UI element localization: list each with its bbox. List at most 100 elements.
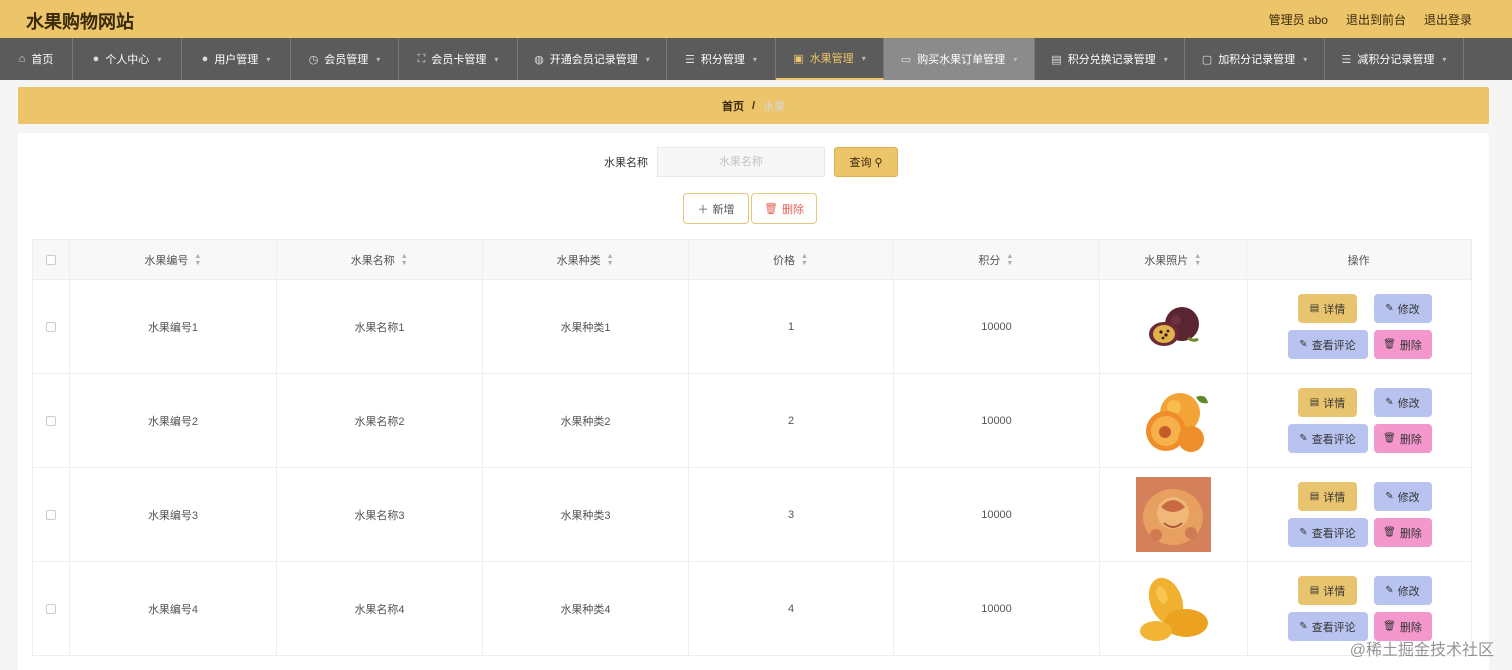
detail-button[interactable]: ▤ 详情	[1298, 294, 1357, 323]
nav-item-points[interactable]: ☰ 积分管理 ▾	[667, 38, 776, 80]
card-icon: ⛶	[417, 52, 426, 65]
column-header-points[interactable]: 积分 ▲ ▼	[893, 240, 1100, 279]
list-icon: ☰	[1341, 53, 1352, 66]
trash-icon: 🗑	[764, 203, 778, 215]
trash-icon: 🗑	[1383, 527, 1396, 538]
search-input[interactable]	[657, 147, 825, 177]
top-header: 水果购物网站 管理员 abo 退出到前台 退出登录	[0, 0, 1512, 38]
fruit-code-cell: 水果编号2	[70, 374, 277, 467]
fruit-kind-cell: 水果种类4	[483, 562, 689, 655]
breadcrumb-current: 水果	[763, 100, 786, 113]
pencil-icon: ✎	[1385, 397, 1394, 408]
view-reviews-button[interactable]: ✎ 查看评论	[1287, 424, 1368, 453]
site-title: 水果购物网站	[26, 12, 134, 32]
plus-icon: ＋	[697, 203, 709, 216]
image-icon: ▤	[1051, 53, 1062, 66]
chevron-down-icon: ▾	[494, 54, 499, 64]
cart-icon: ▭	[900, 53, 912, 66]
view-reviews-button[interactable]: ✎ 查看评论	[1287, 518, 1368, 547]
price-cell: 2	[689, 374, 894, 467]
chevron-down-icon: ▾	[266, 54, 271, 64]
document-icon: ▤	[1309, 303, 1320, 314]
detail-button[interactable]: ▤ 详情	[1298, 482, 1357, 511]
column-header-photo[interactable]: 水果照片 ▲ ▼	[1099, 240, 1248, 279]
detail-button[interactable]: ▤ 详情	[1298, 388, 1357, 417]
pencil-icon: ✎	[1385, 303, 1394, 314]
column-header-kind[interactable]: 水果种类 ▲ ▼	[483, 240, 689, 279]
nav-item-reduce-points[interactable]: ☰ 减积分记录管理 ▾	[1325, 38, 1464, 80]
photo-cell	[1100, 562, 1248, 655]
user-icon: ●	[201, 53, 209, 65]
pencil-icon: ✎	[1299, 527, 1308, 538]
nav-item-add-points[interactable]: ▢ 加积分记录管理 ▾	[1185, 38, 1325, 80]
row-checkbox[interactable]	[46, 509, 56, 520]
row-checkbox[interactable]	[46, 603, 56, 614]
chevron-down-icon: ▾	[645, 54, 650, 64]
column-header-code[interactable]: 水果编号 ▲ ▼	[70, 240, 277, 279]
column-header-name[interactable]: 水果名称 ▲ ▼	[277, 240, 483, 279]
row-actions: ▤ 详情 ✎ 修改 ✎ 查看评论 🗑 删除	[1287, 576, 1432, 641]
row-checkbox[interactable]	[46, 321, 56, 332]
trash-icon: 🗑	[1383, 433, 1396, 444]
price-cell: 1	[689, 280, 894, 373]
nav-item-personal[interactable]: ● 个人中心 ▾	[73, 38, 182, 80]
fruit-kind-cell: 水果种类1	[483, 280, 689, 373]
table-header: 水果编号 ▲ ▼ 水果名称 ▲ ▼ 水果种类 ▲ ▼ 价格 ▲ ▼ 积分 ▲ ▼ 水果照片 ▲ ▼ 操作	[32, 239, 1472, 280]
edit-button[interactable]: ✎ 修改	[1373, 576, 1432, 605]
chevron-down-icon: ▾	[1013, 54, 1018, 64]
edit-button[interactable]: ✎ 修改	[1373, 482, 1432, 511]
carved-melon-image[interactable]	[1136, 477, 1211, 552]
nav-item-membership-records[interactable]: ◍ 开通会员记录管理 ▾	[518, 38, 667, 80]
passion-fruit-image[interactable]	[1136, 289, 1211, 364]
table-row: 水果编号3 水果名称3 水果种类3 3 10000 ▤ 详情 ✎ 修改 ✎ 查看…	[32, 468, 1472, 562]
watermark-text: @稀土掘金技术社区	[1349, 642, 1494, 659]
nav-item-home[interactable]: ⌂ 首页	[0, 38, 73, 80]
exit-to-front-link[interactable]: 退出到前台	[1346, 11, 1406, 28]
column-header-price[interactable]: 价格 ▲ ▼	[689, 240, 894, 279]
fruit-kind-cell: 水果种类3	[483, 468, 689, 561]
delete-button[interactable]: 🗑 删除	[1373, 330, 1432, 359]
row-actions-cell: ▤ 详情 ✎ 修改 ✎ 查看评论 🗑 删除	[1248, 468, 1472, 561]
edit-button[interactable]: ✎ 修改	[1373, 294, 1432, 323]
pencil-icon: ✎	[1385, 585, 1394, 596]
select-all-checkbox[interactable]	[45, 254, 56, 265]
logout-link[interactable]: 退出登录	[1424, 11, 1472, 28]
edit-button[interactable]: ✎ 修改	[1373, 388, 1432, 417]
home-icon: ⌂	[18, 53, 26, 65]
view-reviews-button[interactable]: ✎ 查看评论	[1287, 330, 1368, 359]
nav-item-points-exchange[interactable]: ▤ 积分兑换记录管理 ▾	[1035, 38, 1185, 80]
search-button[interactable]: 查询 ⚲	[834, 147, 898, 177]
main-nav: ⌂ 首页 ● 个人中心 ▾ ● 用户管理 ▾ ◷ 会员管理 ▾ ⛶ 会员卡管理 ▾ ◍ 开通会员记录…	[0, 38, 1512, 80]
chevron-down-icon: ▾	[752, 54, 757, 64]
pencil-icon: ✎	[1299, 433, 1308, 444]
chevron-down-icon: ▾	[1442, 54, 1447, 64]
fruit-code-cell: 水果编号1	[70, 280, 277, 373]
row-actions: ▤ 详情 ✎ 修改 ✎ 查看评论 🗑 删除	[1287, 388, 1432, 453]
bulk-delete-button[interactable]: 🗑 删除	[751, 193, 817, 224]
mango-image[interactable]	[1136, 571, 1211, 646]
breadcrumb-home[interactable]: 首页	[722, 98, 744, 114]
detail-button[interactable]: ▤ 详情	[1298, 576, 1357, 605]
nav-item-members[interactable]: ◷ 会员管理 ▾	[291, 38, 399, 80]
select-all-cell	[33, 240, 70, 279]
row-actions-cell: ▤ 详情 ✎ 修改 ✎ 查看评论 🗑 删除	[1248, 374, 1472, 467]
row-select-cell	[33, 468, 70, 561]
nav-item-fruit-orders[interactable]: ▭ 购买水果订单管理 ▾	[884, 38, 1035, 80]
add-button[interactable]: ＋新增	[683, 193, 749, 224]
delete-button[interactable]: 🗑 删除	[1373, 518, 1432, 547]
chevron-down-icon: ▾	[376, 54, 381, 64]
nav-item-member-cards[interactable]: ⛶ 会员卡管理 ▾	[399, 38, 518, 80]
list-icon: ☰	[685, 53, 695, 66]
clock-icon: ◷	[308, 53, 319, 66]
admin-label: 管理员 abo	[1268, 13, 1328, 27]
nav-item-users[interactable]: ● 用户管理 ▾	[182, 38, 291, 80]
fruit-name-cell: 水果名称1	[277, 280, 483, 373]
row-checkbox[interactable]	[46, 415, 56, 426]
nav-item-fruits[interactable]: ▣ 水果管理 ▾	[776, 38, 884, 80]
pencil-icon: ✎	[1299, 339, 1308, 350]
row-select-cell	[33, 280, 70, 373]
apricot-image[interactable]	[1136, 383, 1211, 458]
photo-cell	[1100, 374, 1248, 467]
fruit-code-cell: 水果编号4	[70, 562, 277, 655]
delete-button[interactable]: 🗑 删除	[1373, 424, 1432, 453]
